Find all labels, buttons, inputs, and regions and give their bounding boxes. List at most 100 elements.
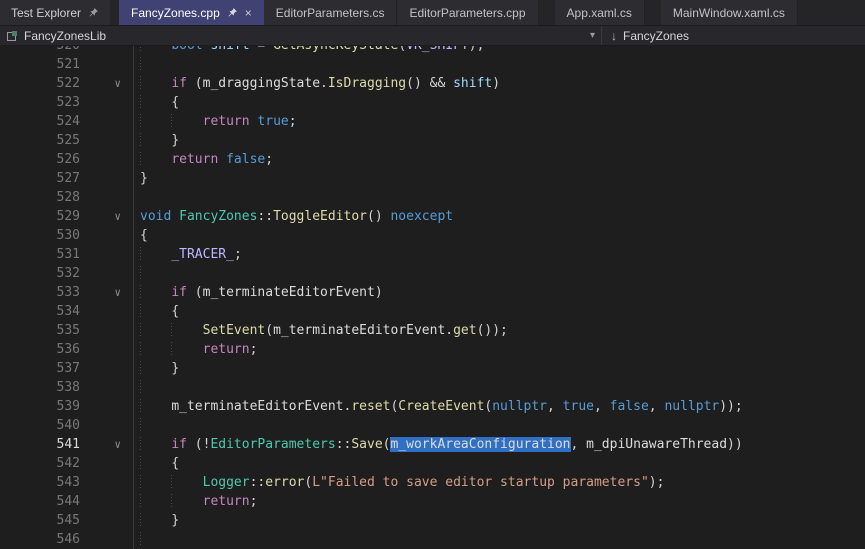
indent-guide bbox=[171, 475, 202, 490]
code-line[interactable]: 535 SetEvent(m_terminateEditorEvent.get(… bbox=[0, 321, 865, 340]
fold-margin bbox=[80, 454, 133, 473]
line-number[interactable]: 524 bbox=[0, 112, 80, 131]
fold-margin bbox=[80, 492, 133, 511]
code-line[interactable]: 541∨ if (!EditorParameters::Save(m_workA… bbox=[0, 435, 865, 454]
line-number[interactable]: 534 bbox=[0, 302, 80, 321]
scope-dropdown[interactable]: ↓ FancyZones bbox=[602, 26, 865, 45]
code-token: if bbox=[171, 76, 187, 91]
code-text: if (m_draggingState.IsDragging() && shif… bbox=[133, 74, 865, 93]
pin-icon[interactable] bbox=[227, 7, 238, 18]
line-number[interactable]: 533 bbox=[0, 283, 80, 302]
fold-margin bbox=[80, 93, 133, 112]
line-number[interactable]: 525 bbox=[0, 131, 80, 150]
line-number[interactable]: 526 bbox=[0, 150, 80, 169]
code-text: } bbox=[133, 169, 865, 188]
line-number[interactable]: 521 bbox=[0, 55, 80, 74]
code-token: nullptr bbox=[492, 399, 547, 414]
line-number[interactable]: 522 bbox=[0, 74, 80, 93]
code-line[interactable]: 539 m_terminateEditorEvent.reset(CreateE… bbox=[0, 397, 865, 416]
line-number[interactable]: 539 bbox=[0, 397, 80, 416]
code-line[interactable]: 520 bool shift = GetAsyncKeyState(VK_SHI… bbox=[0, 46, 865, 55]
code-line[interactable]: 537 } bbox=[0, 359, 865, 378]
code-token: IsDragging bbox=[328, 76, 406, 91]
code-token bbox=[218, 152, 226, 167]
code-line[interactable]: 528 bbox=[0, 188, 865, 207]
tab-FancyZones.cpp[interactable]: FancyZones.cpp× bbox=[119, 0, 264, 25]
code-line[interactable]: 546 bbox=[0, 530, 865, 549]
line-number[interactable]: 544 bbox=[0, 492, 80, 511]
line-number[interactable]: 545 bbox=[0, 511, 80, 530]
tool-tab-label: Test Explorer bbox=[11, 6, 81, 20]
code-line[interactable]: 532 bbox=[0, 264, 865, 283]
fold-marker-icon[interactable]: ∨ bbox=[80, 207, 133, 226]
code-line[interactable]: 522∨ if (m_draggingState.IsDragging() &&… bbox=[0, 74, 865, 93]
code-line[interactable]: 533∨ if (m_terminateEditorEvent) bbox=[0, 283, 865, 302]
code-line[interactable]: 524 return true; bbox=[0, 112, 865, 131]
code-line[interactable]: 521 bbox=[0, 55, 865, 74]
code-text: } bbox=[133, 359, 865, 378]
code-text: { bbox=[133, 302, 865, 321]
line-number[interactable]: 530 bbox=[0, 226, 80, 245]
code-token: ) bbox=[492, 76, 500, 91]
line-number[interactable]: 523 bbox=[0, 93, 80, 112]
code-line[interactable]: 525 } bbox=[0, 131, 865, 150]
indent-guide bbox=[140, 247, 171, 262]
code-line[interactable]: 531 _TRACER_; bbox=[0, 245, 865, 264]
line-number[interactable]: 537 bbox=[0, 359, 80, 378]
indent-guide bbox=[140, 418, 171, 433]
code-token: ; bbox=[250, 494, 258, 509]
line-number[interactable]: 527 bbox=[0, 169, 80, 188]
code-token: _TRACER_ bbox=[171, 247, 234, 262]
code-token: if bbox=[171, 285, 187, 300]
code-line[interactable]: 529∨void FancyZones::ToggleEditor() noex… bbox=[0, 207, 865, 226]
line-number[interactable]: 535 bbox=[0, 321, 80, 340]
fold-margin bbox=[80, 112, 133, 131]
project-dropdown[interactable]: FancyZonesLib ▾ bbox=[0, 26, 601, 45]
code-token: ToggleEditor bbox=[273, 209, 367, 224]
line-number[interactable]: 538 bbox=[0, 378, 80, 397]
tab-EditorParameters.cs[interactable]: EditorParameters.cs bbox=[264, 0, 398, 25]
line-number[interactable]: 529 bbox=[0, 207, 80, 226]
line-number[interactable]: 546 bbox=[0, 530, 80, 549]
chevron-down-icon[interactable]: ▾ bbox=[590, 30, 595, 41]
code-line[interactable]: 527} bbox=[0, 169, 865, 188]
indent-guide bbox=[140, 342, 171, 357]
code-line[interactable]: 526 return false; bbox=[0, 150, 865, 169]
code-line[interactable]: 540 bbox=[0, 416, 865, 435]
code-text: { bbox=[133, 454, 865, 473]
line-number[interactable]: 532 bbox=[0, 264, 80, 283]
line-number[interactable]: 520 bbox=[0, 46, 80, 55]
fold-marker-icon[interactable]: ∨ bbox=[80, 283, 133, 302]
line-number[interactable]: 543 bbox=[0, 473, 80, 492]
code-line[interactable]: 523 { bbox=[0, 93, 865, 112]
tab-test-explorer[interactable]: Test Explorer bbox=[0, 0, 110, 25]
code-line[interactable]: 534 { bbox=[0, 302, 865, 321]
tab-MainWindow.xaml.cs[interactable]: MainWindow.xaml.cs bbox=[661, 0, 798, 25]
code-line[interactable]: 544 return; bbox=[0, 492, 865, 511]
code-line[interactable]: 542 { bbox=[0, 454, 865, 473]
code-line[interactable]: 536 return; bbox=[0, 340, 865, 359]
code-line[interactable]: 538 bbox=[0, 378, 865, 397]
tab-label: EditorParameters.cs bbox=[276, 6, 385, 20]
line-number[interactable]: 536 bbox=[0, 340, 80, 359]
code-line[interactable]: 530{ bbox=[0, 226, 865, 245]
code-text: Logger::error(L"Failed to save editor st… bbox=[133, 473, 865, 492]
tab-App.xaml.cs[interactable]: App.xaml.cs bbox=[555, 0, 645, 25]
line-number[interactable]: 542 bbox=[0, 454, 80, 473]
line-number[interactable]: 531 bbox=[0, 245, 80, 264]
fold-margin bbox=[80, 340, 133, 359]
code-line[interactable]: 545 } bbox=[0, 511, 865, 530]
code-editor[interactable]: 520 bool shift = GetAsyncKeyState(VK_SHI… bbox=[0, 46, 865, 549]
code-line[interactable]: 543 Logger::error(L"Failed to save edito… bbox=[0, 473, 865, 492]
line-number[interactable]: 541 bbox=[0, 435, 80, 454]
close-icon[interactable]: × bbox=[245, 7, 252, 19]
tab-EditorParameters.cpp[interactable]: EditorParameters.cpp bbox=[397, 0, 538, 25]
line-number[interactable]: 540 bbox=[0, 416, 80, 435]
line-number[interactable]: 528 bbox=[0, 188, 80, 207]
code-token: ; bbox=[250, 342, 258, 357]
code-token: return bbox=[203, 342, 250, 357]
pin-icon[interactable] bbox=[88, 7, 99, 18]
code-text: m_terminateEditorEvent.reset(CreateEvent… bbox=[133, 397, 865, 416]
fold-marker-icon[interactable]: ∨ bbox=[80, 74, 133, 93]
fold-marker-icon[interactable]: ∨ bbox=[80, 435, 133, 454]
